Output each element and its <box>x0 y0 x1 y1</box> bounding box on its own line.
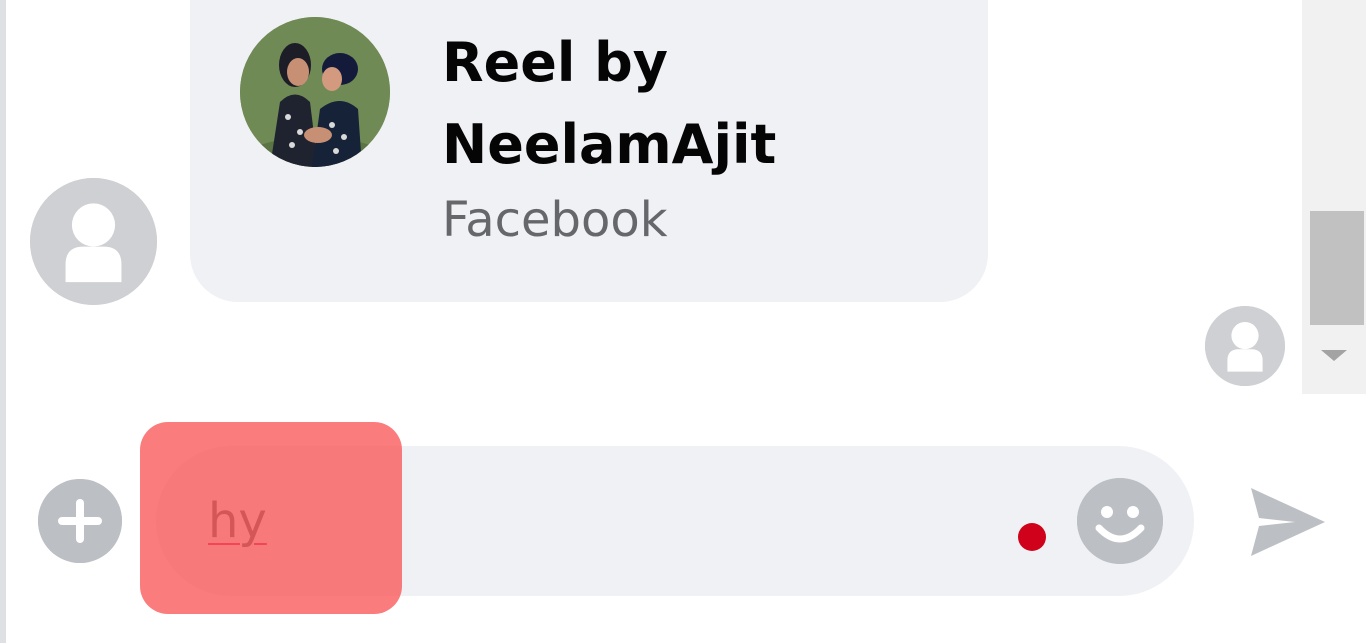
reel-title[interactable]: Reel by NeelamAjit <box>442 22 962 186</box>
chat-window: Reel by NeelamAjit Facebook hy <box>0 0 1366 643</box>
sender-avatar-icon[interactable] <box>30 178 157 305</box>
plus-circle-icon[interactable] <box>38 479 122 563</box>
message-composer[interactable]: hy <box>156 446 1194 596</box>
send-arrow-icon[interactable] <box>1245 482 1329 562</box>
reel-source: Facebook <box>442 192 668 248</box>
message-input-text[interactable]: hy <box>208 493 267 549</box>
scrollbar-thumb[interactable] <box>1310 211 1364 325</box>
shared-reel-card[interactable]: Reel by NeelamAjit Facebook <box>190 0 988 302</box>
seen-by-avatar-icon <box>1205 306 1285 386</box>
smiley-icon[interactable] <box>1077 478 1163 564</box>
scroll-down-arrow-icon[interactable] <box>1302 330 1366 380</box>
message-scrollbar[interactable] <box>1302 0 1366 394</box>
typing-indicator-dot <box>1018 523 1046 551</box>
reel-thumbnail-image <box>240 17 390 167</box>
message-input[interactable]: hy <box>208 491 988 551</box>
left-border <box>0 0 6 643</box>
